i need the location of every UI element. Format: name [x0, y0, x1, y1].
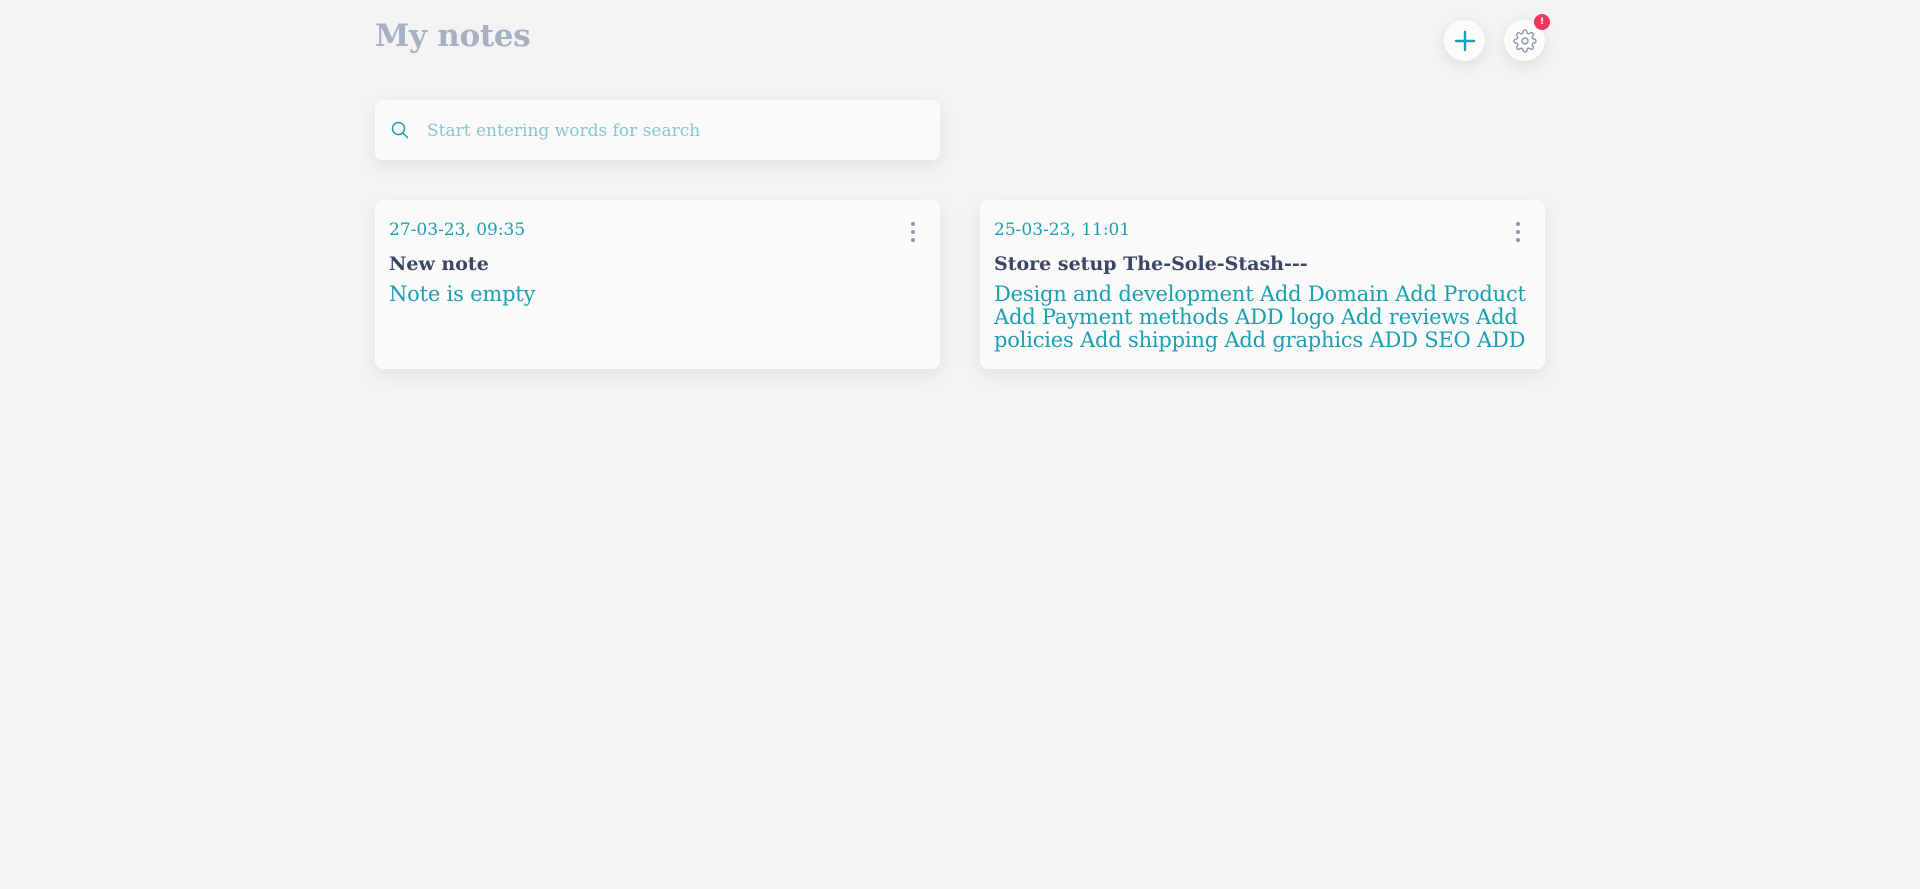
- note-body: Note is empty: [389, 283, 536, 306]
- add-note-button[interactable]: [1444, 20, 1485, 61]
- search-input[interactable]: [425, 114, 924, 148]
- plus-icon: [1454, 30, 1475, 51]
- note-body: Design and development Add Domain Add Pr…: [994, 283, 1526, 352]
- note-title: New note: [389, 253, 489, 275]
- note-date: 27-03-23, 09:35: [389, 220, 526, 240]
- note-card[interactable]: 25-03-23, 11:01 Store setup The-Sole-Sta…: [980, 200, 1545, 369]
- notes-page: My notes ! 27-03-23, 09:35 New note Note…: [0, 0, 1920, 889]
- search-icon: [391, 121, 409, 139]
- notification-badge: !: [1534, 14, 1550, 30]
- search-box: [375, 100, 940, 160]
- kebab-dot-icon: [911, 222, 915, 226]
- kebab-dot-icon: [1516, 230, 1520, 234]
- page-title: My notes: [375, 18, 531, 54]
- kebab-dot-icon: [1516, 222, 1520, 226]
- gear-icon: [1512, 28, 1537, 53]
- note-menu-button[interactable]: [908, 220, 918, 244]
- note-card[interactable]: 27-03-23, 09:35 New note Note is empty: [375, 200, 940, 369]
- kebab-dot-icon: [911, 238, 915, 242]
- kebab-dot-icon: [911, 230, 915, 234]
- note-menu-button[interactable]: [1513, 220, 1523, 244]
- settings-button[interactable]: !: [1504, 14, 1550, 61]
- note-date: 25-03-23, 11:01: [994, 220, 1131, 240]
- note-title: Store setup The-Sole-Stash---: [994, 253, 1308, 275]
- kebab-dot-icon: [1516, 238, 1520, 242]
